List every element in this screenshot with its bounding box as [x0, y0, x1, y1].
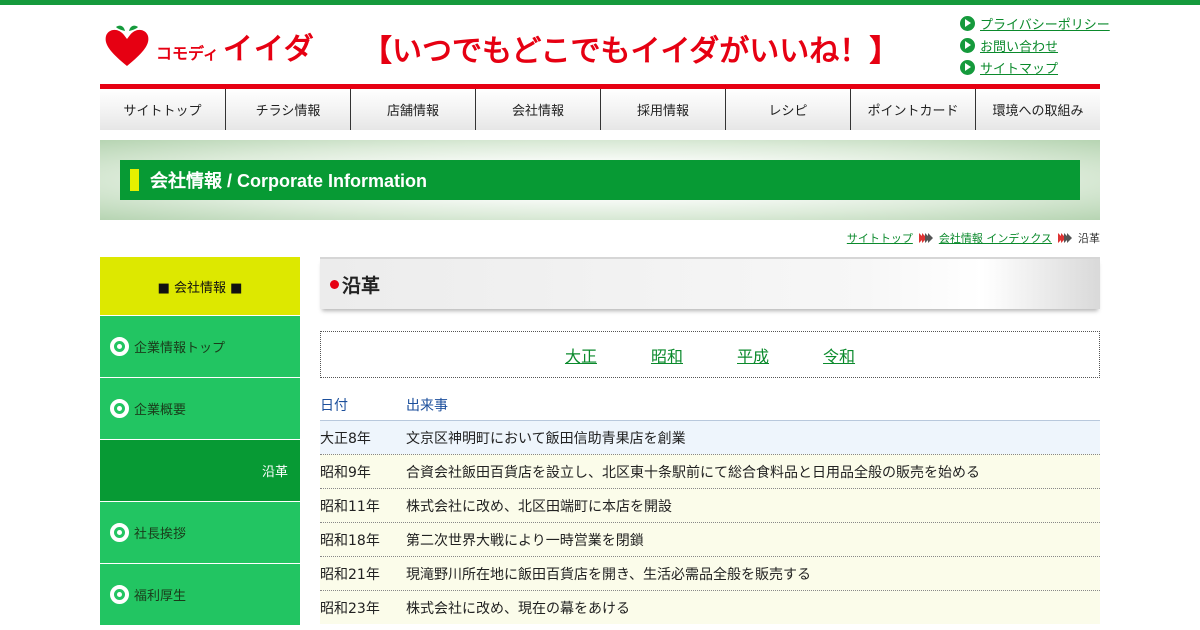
row-date: 昭和21年 [320, 566, 380, 583]
row-event: 株式会社に改め、北区田端町に本店を開設 [406, 498, 672, 515]
utility-links: プライバシーポリシー お問い合わせ サイトマップ [960, 12, 1110, 78]
site-logo[interactable]: コモディ イイダ [102, 24, 315, 68]
arrow-circle-icon [960, 59, 975, 75]
row-event: 現滝野川所在地に飯田百貨店を開き、生活必需品全般を販売する [406, 566, 812, 583]
target-circle-icon [110, 585, 129, 604]
logo-text: コモディ イイダ [156, 32, 315, 67]
row-event: 文京区神明町において飯田信助青果店を創業 [406, 430, 686, 447]
row-date: 昭和9年 [320, 464, 371, 481]
breadcrumb-site-top[interactable]: サイトトップ [847, 230, 913, 246]
era-jump-links: 大正 昭和 平成 令和 [320, 331, 1100, 378]
era-link-showa[interactable]: 昭和 [651, 343, 683, 367]
breadcrumb: サイトトップ 会社情報 インデックス 沿革 [847, 230, 1100, 246]
column-header-event: 出来事 [406, 398, 448, 414]
sidebar-item-corporate-top[interactable]: 企業情報トップ [100, 315, 300, 377]
nav-item-recruit[interactable]: 採用情報 [600, 89, 725, 130]
target-circle-icon [110, 523, 129, 542]
sidebar-item-president-message[interactable]: 社長挨拶 [100, 501, 300, 563]
nav-item-environment[interactable]: 環境への取組み [975, 89, 1100, 130]
target-circle-icon [110, 337, 129, 356]
table-row: 昭和11年 株式会社に改め、北区田端町に本店を開設 [320, 488, 1100, 522]
banner-accent [130, 169, 139, 191]
row-date: 大正8年 [320, 430, 371, 447]
top-accent-bar [0, 0, 1200, 5]
row-event: 合資会社飯田百貨店を設立し、北区東十条駅前にて総合食料品と日用品全般の販売を始め… [406, 464, 980, 481]
history-table: 日付 出来事 大正8年 文京区神明町において飯田信助青果店を創業 昭和9年 合資… [320, 390, 1100, 624]
sidebar-item-overview[interactable]: 企業概要 [100, 377, 300, 439]
table-row: 昭和9年 合資会社飯田百貨店を設立し、北区東十条駅前にて総合食料品と日用品全般の… [320, 454, 1100, 488]
era-link-reiwa[interactable]: 令和 [823, 343, 855, 367]
arrow-circle-icon [960, 15, 975, 31]
era-link-heisei[interactable]: 平成 [737, 343, 769, 367]
row-event: 第二次世界大戦により一時営業を閉鎖 [406, 532, 644, 549]
era-link-taisho[interactable]: 大正 [565, 343, 597, 367]
sidebar-item-history[interactable]: 沿革 [100, 439, 300, 501]
nav-item-company[interactable]: 会社情報 [475, 89, 600, 130]
row-date: 昭和18年 [320, 532, 380, 549]
sidebar-heading: ■ 会社情報 ■ [100, 257, 300, 315]
target-circle-icon [110, 399, 129, 418]
row-date: 昭和23年 [320, 600, 380, 617]
breadcrumb-current: 沿革 [1078, 232, 1100, 245]
page-banner: 会社情報 / Corporate Information [100, 140, 1100, 220]
double-chevron-icon [918, 233, 933, 243]
page-title: 会社情報 / Corporate Information [150, 171, 428, 191]
banner-bar: 会社情報 / Corporate Information [120, 160, 1080, 200]
sitemap-link[interactable]: サイトマップ [960, 56, 1110, 78]
nav-item-site-top[interactable]: サイトトップ [100, 89, 225, 130]
row-date: 昭和11年 [320, 498, 380, 515]
heart-logo-icon [105, 25, 149, 66]
column-header-date: 日付 [320, 398, 348, 414]
table-row: 昭和23年 株式会社に改め、現在の幕をあける [320, 590, 1100, 624]
privacy-policy-link[interactable]: プライバシーポリシー [960, 12, 1110, 34]
tagline: 【いつでもどこでもイイダがいいね！】 [362, 34, 900, 69]
double-chevron-icon [1058, 233, 1072, 243]
breadcrumb-company-index[interactable]: 会社情報 インデックス [939, 230, 1052, 246]
nav-item-flyer[interactable]: チラシ情報 [225, 89, 350, 130]
sidebar-item-welfare[interactable]: 福利厚生 [100, 563, 300, 625]
arrow-circle-icon [960, 37, 975, 53]
nav-item-recipe[interactable]: レシピ [725, 89, 850, 130]
nav-item-point-card[interactable]: ポイントカード [850, 89, 975, 130]
table-header: 日付 出来事 [320, 390, 1100, 420]
row-event: 株式会社に改め、現在の幕をあける [406, 600, 630, 617]
table-row: 昭和18年 第二次世界大戦により一時営業を閉鎖 [320, 522, 1100, 556]
section-title-text: 沿革 [342, 274, 381, 297]
global-nav: サイトトップ チラシ情報 店舗情報 会社情報 採用情報 レシピ ポイントカード … [100, 84, 1100, 130]
table-row: 昭和21年 現滝野川所在地に飯田百貨店を開き、生活必需品全般を販売する [320, 556, 1100, 590]
sidebar: ■ 会社情報 ■ 企業情報トップ 企業概要 沿革 社長挨拶 福利厚生 [100, 257, 300, 625]
red-bullet-icon [330, 279, 339, 289]
section-heading: 沿革 [320, 257, 1100, 309]
contact-link[interactable]: お問い合わせ [960, 34, 1110, 56]
nav-item-stores[interactable]: 店舗情報 [350, 89, 475, 130]
table-row: 大正8年 文京区神明町において飯田信助青果店を創業 [320, 420, 1100, 454]
